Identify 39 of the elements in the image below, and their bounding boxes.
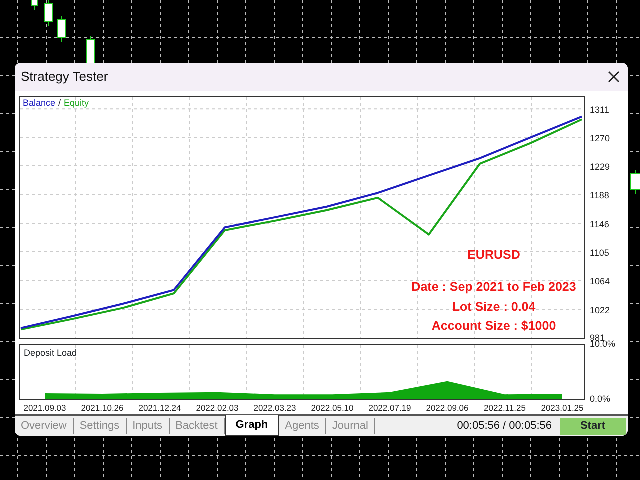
- axis-tick-label: 0.0%: [590, 394, 611, 404]
- chart-annotation: EURUSD: [468, 247, 520, 264]
- axis-tick-label: 1064: [590, 276, 610, 286]
- axis-tick-label: 2022.02.03: [196, 403, 239, 413]
- axis-tick-label: 2022.09.06: [426, 403, 469, 413]
- axis-tick-label: 2022.03.23: [254, 403, 296, 413]
- tab[interactable]: Inputs: [126, 418, 170, 434]
- legend-separator: /: [58, 97, 62, 110]
- chart-annotation: Account Size : $1000: [432, 318, 556, 336]
- axis-tick-label: 2023.01.25: [541, 403, 584, 413]
- chart-annotation: Lot Size : 0.04: [452, 298, 536, 316]
- axis-tick-label: 10.0%: [590, 339, 616, 349]
- start-button[interactable]: Start: [560, 418, 626, 434]
- close-icon[interactable]: [608, 71, 620, 83]
- chart-title: Deposit Load: [24, 347, 78, 360]
- legend-label: Equity: [64, 97, 90, 110]
- axis-tick-label: 2021.09.03: [24, 403, 66, 413]
- axis-tick-label: 2021.10.26: [81, 403, 124, 413]
- axis-tick-label: 1188: [590, 190, 610, 200]
- tab[interactable]: Agents: [279, 418, 326, 434]
- window-title: Strategy Tester: [21, 68, 108, 86]
- axis-tick-label: 1270: [590, 134, 610, 144]
- axis-tick-label: 2021.12.24: [138, 403, 182, 413]
- tab[interactable]: Settings: [74, 418, 127, 434]
- axis-tick-label: 1105: [590, 248, 610, 258]
- axis-tick-label: 2022.11.25: [484, 403, 526, 413]
- axis-tick-label: 981: [590, 333, 606, 342]
- legend-label: Balance: [23, 97, 56, 110]
- tab[interactable]: Journal: [326, 418, 376, 434]
- axis-tick-label: 2022.07.19: [368, 403, 412, 413]
- chart-annotation: Date : Sep 2021 to Feb 2023: [412, 278, 576, 296]
- axis-tick-label: 1146: [590, 220, 610, 230]
- tab[interactable]: Overview: [15, 418, 74, 434]
- elapsed-time: 00:05:56 / 00:05:56: [457, 418, 552, 434]
- tab[interactable]: Graph: [224, 414, 280, 436]
- axis-tick-label: 1311: [590, 105, 610, 116]
- axis-tick-label: 2022.05.10: [311, 403, 354, 413]
- axis-tick-label: 1022: [590, 306, 610, 316]
- axis-tick-label: 1229: [590, 162, 610, 172]
